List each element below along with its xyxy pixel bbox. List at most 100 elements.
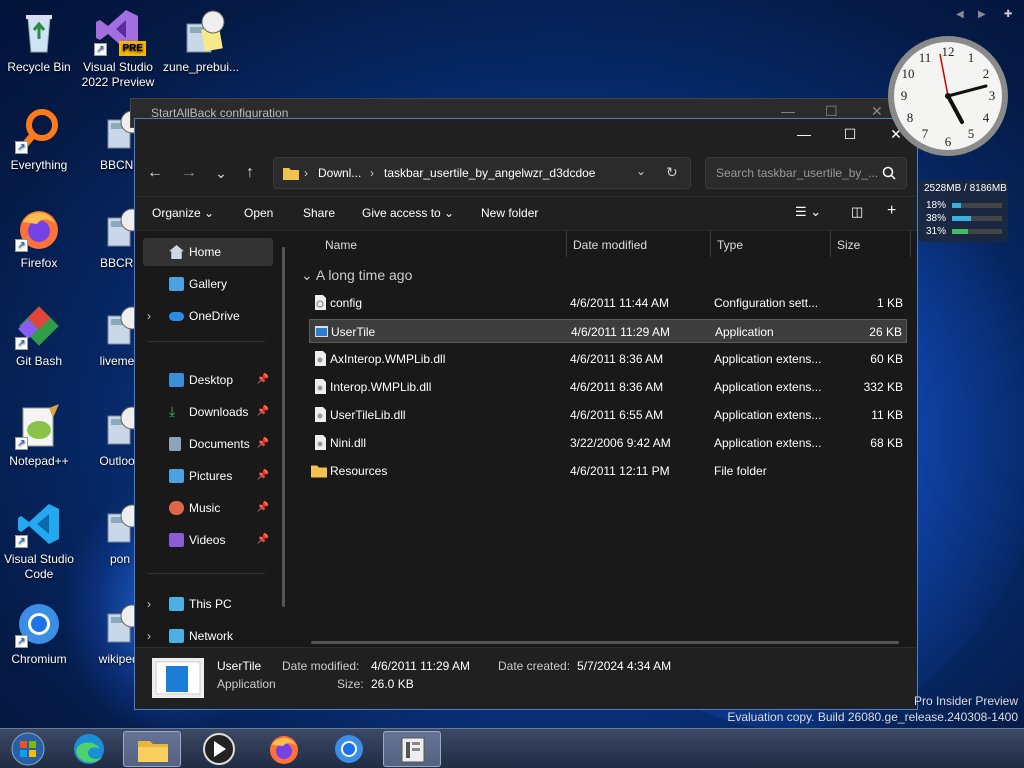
desktop-icon-label: zune_prebui... <box>163 60 240 74</box>
minimize-button[interactable]: — <box>781 119 827 149</box>
sidebar-scrollbar[interactable] <box>282 247 285 607</box>
desktop-icon-recycle-bin[interactable]: Recycle Bin <box>1 8 77 75</box>
desktop-icon-label: pon <box>109 552 131 566</box>
taskbar-file-explorer[interactable] <box>123 731 181 767</box>
gadget-prev-button[interactable]: ◀ <box>956 9 964 20</box>
svg-text:5: 5 <box>968 126 975 141</box>
desktop-icon-chromium[interactable]: ↗ Chromium <box>1 600 77 667</box>
system-meter-gadget[interactable]: 2528MB / 8186MB 18% 38% 31% <box>918 180 1008 242</box>
refresh-icon[interactable]: ↻ <box>666 164 678 181</box>
column-divider[interactable] <box>710 231 711 257</box>
column-divider[interactable] <box>566 231 567 257</box>
column-header-type[interactable]: Type <box>717 238 743 252</box>
search-input[interactable]: Search taskbar_usertile_by_... <box>716 166 878 180</box>
folder-icon <box>311 465 327 478</box>
column-header-name[interactable]: Name <box>325 238 357 252</box>
search-magnifier-icon: ↗ <box>15 106 63 154</box>
up-button[interactable]: ↑ <box>236 159 264 187</box>
share-button[interactable]: Share <box>303 206 335 220</box>
desktop-icon-vscode[interactable]: ↗ Visual Studio Code <box>1 500 77 582</box>
file-row-resources[interactable]: Resources 4/6/2011 12:11 PM File folder <box>309 459 907 483</box>
desktop-icon-visual-studio[interactable]: PRE ↗ Visual Studio 2022 Preview <box>79 8 157 90</box>
address-bar[interactable]: › Downl... › taskbar_usertile_by_angelwz… <box>273 157 691 189</box>
sidebar-item-videos[interactable]: Videos 📌 <box>143 526 273 554</box>
sidebar-item-home[interactable]: Home <box>143 238 273 266</box>
open-button[interactable]: Open <box>244 206 273 220</box>
title-bar[interactable]: — ☐ ✕ <box>135 119 917 149</box>
recent-locations-button[interactable]: ⌄ <box>207 159 235 187</box>
sidebar-item-network[interactable]: › Network <box>143 622 273 650</box>
sidebar-divider <box>147 341 265 342</box>
startallback-icon <box>401 737 425 763</box>
shortcut-arrow-icon: ↗ <box>15 141 28 154</box>
taskbar-startallback[interactable] <box>383 731 441 767</box>
column-divider[interactable] <box>830 231 831 257</box>
taskbar-edge[interactable] <box>60 731 118 767</box>
back-button[interactable]: ← <box>141 159 169 187</box>
search-icon <box>882 166 896 180</box>
sidebar-item-gallery[interactable]: Gallery <box>143 270 273 298</box>
add-icon[interactable]: + <box>887 202 896 220</box>
breadcrumb-current-folder[interactable]: taskbar_usertile_by_angelwzr_d3dcdoe <box>384 166 595 180</box>
svg-text:1: 1 <box>968 50 975 65</box>
minimize-icon[interactable]: — <box>781 103 795 119</box>
chevron-down-icon: ⌄ <box>301 267 313 283</box>
pin-icon: 📌 <box>256 470 269 481</box>
sidebar-item-downloads[interactable]: ⤓ Downloads 📌 <box>143 398 273 426</box>
clock-gadget[interactable]: 12 1 2 3 45 6 78 9 10 11 <box>886 34 1010 158</box>
chevron-right-icon[interactable]: › <box>147 302 151 330</box>
file-row-config[interactable]: config 4/6/2011 11:44 AM Configuration s… <box>309 291 907 315</box>
taskbar-chromium[interactable] <box>320 731 378 767</box>
search-box[interactable]: Search taskbar_usertile_by_... <box>705 157 907 189</box>
desktop-icon-git-bash[interactable]: ↗ Git Bash <box>1 302 77 369</box>
sidebar-item-music[interactable]: Music 📌 <box>143 494 273 522</box>
sidebar-item-pictures[interactable]: Pictures 📌 <box>143 462 273 490</box>
preview-pane-icon[interactable]: ◫ <box>851 204 863 220</box>
taskbar-firefox[interactable] <box>255 731 313 767</box>
column-header-size[interactable]: Size <box>837 238 860 252</box>
sidebar-item-onedrive[interactable]: › OneDrive <box>143 302 273 330</box>
file-row-usertilelib[interactable]: UserTileLib.dll 4/6/2011 6:55 AM Applica… <box>309 403 907 427</box>
taskbar-media-player[interactable] <box>190 731 248 767</box>
group-header[interactable]: ⌄ A long time ago <box>301 267 412 284</box>
sidebar-item-this-pc[interactable]: › This PC <box>143 590 273 618</box>
sidebar-item-documents[interactable]: Documents 📌 <box>143 430 273 458</box>
chevron-down-icon: ⌄ <box>444 206 455 220</box>
details-date-modified: 4/6/2011 11:29 AM <box>371 659 470 673</box>
give-access-button[interactable]: Give access to ⌄ <box>362 206 454 220</box>
pin-icon: 📌 <box>256 438 269 449</box>
dll-file-icon <box>315 351 326 366</box>
notepad-plus-plus-icon: ↗ <box>15 402 63 450</box>
address-dropdown-icon[interactable]: ⌄ <box>636 164 646 178</box>
meter-bar <box>952 203 1002 208</box>
desktop-icon-label: Everything <box>10 158 68 172</box>
desktop-icon-everything[interactable]: ↗ Everything <box>1 106 77 173</box>
file-explorer-window: — ☐ ✕ ← → ⌄ ↑ › Downl... › taskbar_usert… <box>134 118 918 710</box>
recycle-bin-icon <box>15 8 63 56</box>
maximize-button[interactable]: ☐ <box>827 119 873 149</box>
view-options-icon[interactable]: ☰ ⌄ <box>795 204 821 220</box>
desktop-icon-notepad-plus-plus[interactable]: ↗ Notepad++ <box>1 402 77 469</box>
breadcrumb-downloads[interactable]: Downl... <box>318 166 361 180</box>
visual-studio-icon: PRE ↗ <box>94 8 146 56</box>
chevron-right-icon[interactable]: › <box>147 622 151 650</box>
gadget-add-button[interactable]: ✚ <box>1004 9 1012 20</box>
file-row-interop[interactable]: Interop.WMPLib.dll 4/6/2011 8:36 AM Appl… <box>309 375 907 399</box>
start-button[interactable] <box>0 731 58 767</box>
forward-button[interactable]: → <box>175 159 203 187</box>
organize-button[interactable]: Organize ⌄ <box>152 206 214 220</box>
file-row-usertile[interactable]: UserTile 4/6/2011 11:29 AM Application 2… <box>309 319 907 343</box>
column-header-date[interactable]: Date modified <box>573 238 647 252</box>
calculator-clock-icon <box>177 8 225 56</box>
new-folder-button[interactable]: New folder <box>481 206 538 220</box>
column-divider[interactable] <box>910 231 911 257</box>
chevron-right-icon[interactable]: › <box>147 590 151 618</box>
horizontal-scrollbar[interactable] <box>311 641 899 644</box>
sidebar-item-desktop[interactable]: Desktop 📌 <box>143 366 273 394</box>
details-file-name: UserTile <box>217 659 262 673</box>
gadget-next-button[interactable]: ▶ <box>978 9 986 20</box>
desktop-icon-zune[interactable]: zune_prebui... <box>163 8 239 75</box>
desktop-icon-firefox[interactable]: ↗ Firefox <box>1 204 77 271</box>
file-row-axinterop[interactable]: AxInterop.WMPLib.dll 4/6/2011 8:36 AM Ap… <box>309 347 907 371</box>
file-row-nini[interactable]: Nini.dll 3/22/2006 9:42 AM Application e… <box>309 431 907 455</box>
